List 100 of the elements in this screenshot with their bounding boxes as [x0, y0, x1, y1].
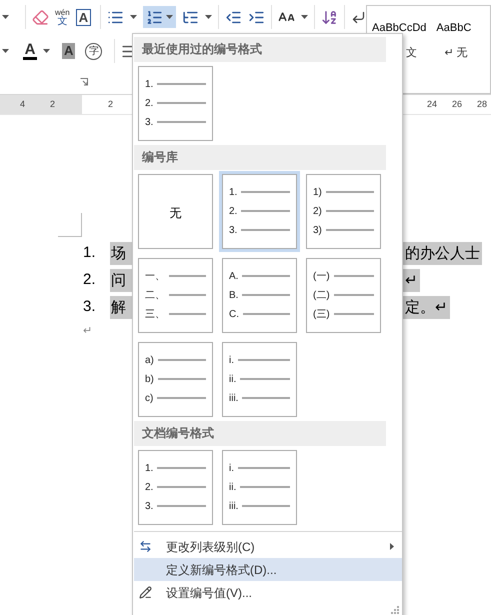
numbering-format-option[interactable]: i. ii. iii.	[222, 342, 297, 417]
numbered-list-icon	[146, 8, 164, 26]
number-marker: ii.	[229, 372, 236, 386]
number-marker: (一)	[313, 270, 330, 284]
number-marker: iii.	[229, 392, 238, 406]
line-sample	[240, 486, 290, 488]
numbering-format-option[interactable]: A. B. C.	[222, 258, 297, 333]
resize-grip-icon[interactable]	[391, 606, 399, 614]
numbering-format-option[interactable]: a) b) c)	[138, 342, 213, 417]
show-marks-icon[interactable]	[351, 10, 366, 24]
option-label: 无	[170, 205, 182, 222]
number-marker: 3.	[145, 116, 154, 130]
menu-item[interactable]: 定义新编号格式(D)...	[134, 558, 402, 581]
line-sample	[158, 359, 206, 361]
line-sample	[238, 467, 290, 469]
number-marker: 2.	[229, 204, 238, 218]
number-marker: 2.	[145, 96, 154, 110]
font-color-button[interactable]: A	[23, 42, 37, 60]
number-marker: a)	[145, 354, 154, 368]
line-sample	[157, 102, 206, 104]
list-number: 1.	[82, 243, 97, 264]
dropdown-caret-icon[interactable]	[2, 49, 9, 53]
line-sample	[243, 313, 290, 315]
line-sample	[241, 210, 290, 212]
menu-item[interactable]: 更改列表级别(C)	[134, 535, 402, 558]
crop-mark	[58, 213, 82, 237]
enclose-character-button[interactable]: 字	[85, 42, 102, 60]
style-sample: AaBbCcDd	[372, 21, 426, 36]
number-marker: i.	[229, 462, 234, 476]
numbering-button[interactable]	[143, 6, 176, 28]
dropdown-caret-icon[interactable]	[43, 49, 50, 53]
line-sample	[169, 275, 206, 277]
line-sample	[240, 378, 290, 380]
number-marker: B.	[229, 288, 238, 302]
numbering-format-option[interactable]: 1. 2. 3.	[138, 66, 213, 141]
numbering-format-option[interactable]: 无	[138, 174, 213, 249]
number-marker: 1)	[313, 186, 322, 200]
line-sample	[334, 294, 374, 296]
ruler-number: 24	[426, 98, 437, 111]
list-text: 定。↵	[403, 296, 450, 319]
numbering-format-option[interactable]: (一) (二) (三)	[306, 258, 381, 333]
numbering-format-option[interactable]: 1. 2. 3.	[138, 450, 213, 525]
numbering-format-option[interactable]: 1) 2) 3)	[306, 174, 381, 249]
numbered-pencil-icon	[139, 586, 152, 599]
line-sample	[158, 378, 206, 380]
list-text: 的办公人士	[403, 242, 482, 265]
line-sample	[326, 229, 374, 231]
number-marker: 3.	[229, 224, 238, 238]
dialog-launcher-icon[interactable]	[80, 78, 88, 86]
line-sample	[157, 486, 206, 488]
number-marker: 1.	[229, 186, 238, 200]
line-sample	[157, 83, 206, 85]
list-number: 2.	[82, 270, 97, 290]
line-sample	[169, 313, 206, 315]
number-marker: C.	[229, 308, 239, 322]
style-name: 文	[405, 46, 417, 60]
line-sample	[241, 229, 290, 231]
ruler-number: 26	[452, 98, 462, 111]
list-number: 3.	[82, 297, 97, 318]
line-sample	[238, 359, 290, 361]
line-sample	[334, 313, 374, 315]
list-text: ↵	[403, 269, 420, 292]
character-shading-button[interactable]: A	[62, 43, 76, 59]
ruler-number: 2	[50, 98, 55, 111]
paragraph-mark: ↵	[82, 324, 93, 339]
number-marker: ii.	[229, 480, 236, 494]
style-sample: AaBbC	[436, 21, 472, 36]
phonetic-guide-icon[interactable]: wén 文	[55, 8, 70, 26]
numbering-format-option[interactable]: 一、 二、 三、	[138, 258, 213, 333]
ruler-number: 28	[476, 98, 487, 111]
number-marker: 3)	[313, 224, 322, 238]
clear-format-icon[interactable]	[32, 8, 49, 26]
number-marker: (三)	[313, 308, 330, 322]
dropdown-caret-icon[interactable]	[130, 15, 138, 19]
number-marker: 2.	[145, 480, 154, 494]
line-sample	[169, 294, 206, 296]
dropdown-caret-icon[interactable]	[2, 15, 9, 19]
line-sample	[242, 275, 290, 277]
line-sample	[242, 505, 290, 507]
line-sample	[326, 191, 374, 193]
dropdown-caret-icon[interactable]	[301, 15, 308, 19]
sort-icon[interactable]	[321, 8, 338, 26]
number-marker: b)	[145, 372, 154, 386]
number-marker: iii.	[229, 500, 238, 514]
number-marker: 1.	[145, 462, 154, 476]
number-marker: 2)	[313, 204, 322, 218]
numbering-format-option[interactable]: 1. 2. 3.	[219, 171, 300, 252]
style-option[interactable]: AaBbC ↵ 无	[436, 20, 472, 93]
numbering-format-option[interactable]: i. ii. iii.	[222, 450, 297, 525]
number-marker: i.	[229, 354, 234, 368]
line-sample	[242, 294, 290, 296]
ruler-number: 4	[20, 98, 25, 111]
line-sample	[241, 191, 290, 193]
section-header: 编号库	[134, 145, 386, 170]
line-sample	[157, 397, 206, 399]
line-sample	[157, 505, 206, 507]
dropdown-caret-icon[interactable]	[166, 15, 174, 19]
dropdown-caret-icon[interactable]	[205, 15, 212, 19]
menu-item[interactable]: 设置编号值(V)...	[134, 581, 402, 604]
character-border-icon[interactable]: A	[76, 8, 92, 26]
